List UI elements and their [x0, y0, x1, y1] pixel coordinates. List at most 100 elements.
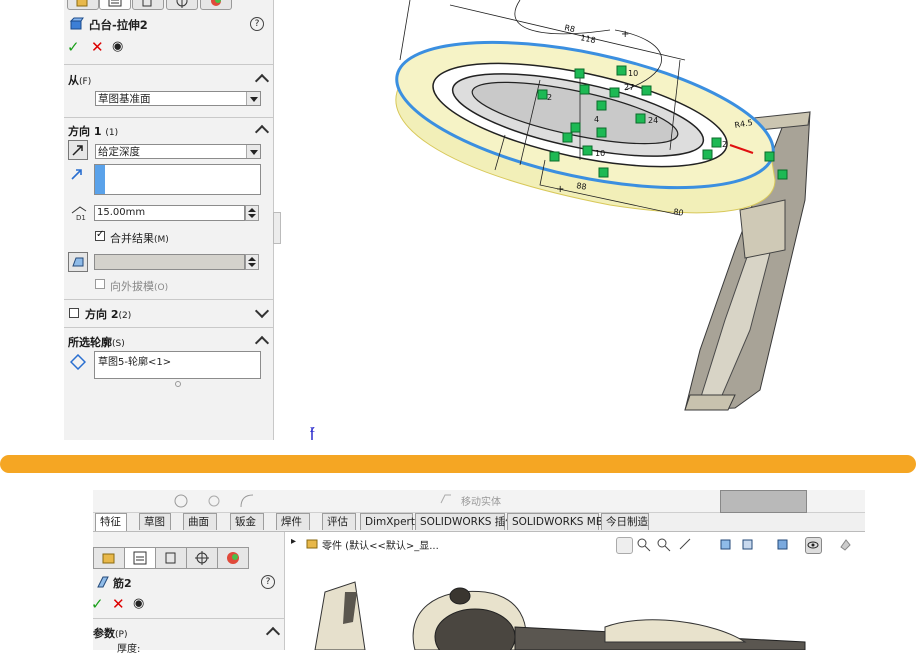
parameters-section-title[interactable]: 参数(P): [93, 625, 127, 641]
ok-button[interactable]: ✓: [67, 38, 80, 56]
relation-marker-icon[interactable]: [609, 87, 620, 98]
direction1-collapse-chevron-icon[interactable]: [254, 124, 270, 140]
toolbar-large-button[interactable]: [720, 490, 807, 513]
tab-property-manager[interactable]: [124, 547, 156, 569]
dim-label[interactable]: 10: [595, 149, 605, 158]
direction2-checkbox[interactable]: [69, 308, 79, 318]
tab-sheet-metal[interactable]: 钣金: [230, 513, 264, 530]
depth-input[interactable]: 15.00mm: [94, 205, 245, 221]
dim-label[interactable]: 80: [673, 207, 685, 218]
relation-marker-icon[interactable]: [702, 149, 713, 160]
tab-feature-manager[interactable]: [93, 547, 125, 569]
tab-evaluate[interactable]: 评估: [322, 513, 356, 530]
end-condition-select[interactable]: 给定深度: [95, 144, 261, 159]
direction1-section-title[interactable]: 方向 1 (1): [68, 123, 118, 139]
direction-reference-field[interactable]: [94, 164, 261, 195]
tab-dimxpert[interactable]: [166, 0, 198, 10]
parameters-collapse-chevron-icon[interactable]: [265, 626, 281, 642]
move-body-label[interactable]: 移动实体: [461, 493, 501, 508]
axis-z-label: Z: [310, 426, 315, 434]
help-icon[interactable]: ?: [250, 17, 264, 31]
tab-today-manufacturing[interactable]: 今日制造: [601, 513, 649, 530]
selected-contours-section-title[interactable]: 所选轮廓(S): [68, 334, 125, 350]
view-orientation-icon[interactable]: [740, 537, 755, 552]
relation-marker-icon[interactable]: [582, 145, 593, 156]
edit-appearance-icon[interactable]: [838, 537, 853, 552]
dynamic-annotation-icon[interactable]: [718, 537, 733, 552]
relation-marker-icon[interactable]: [711, 137, 722, 148]
help-icon[interactable]: ?: [261, 575, 275, 589]
draft-outward-checkbox[interactable]: [95, 279, 105, 289]
previous-view-icon[interactable]: [616, 537, 633, 554]
relation-marker-icon[interactable]: [596, 127, 607, 138]
contours-collapse-chevron-icon[interactable]: [254, 335, 270, 351]
relation-marker-icon[interactable]: [635, 113, 646, 124]
move-body-icon[interactable]: [439, 493, 455, 505]
tab-surfaces[interactable]: 曲面: [183, 513, 217, 530]
tab-sketch[interactable]: 草图: [139, 513, 171, 530]
tab-features[interactable]: 特征: [95, 513, 127, 531]
feature-tree-item[interactable]: 零件 (默认<<默认>_显...: [322, 537, 439, 552]
direction2-section-title[interactable]: 方向 2(2): [85, 306, 131, 322]
zoom-to-fit-icon[interactable]: [636, 537, 651, 552]
relation-marker-icon[interactable]: [598, 167, 609, 178]
cancel-button[interactable]: ✕: [112, 595, 125, 613]
relation-marker-icon[interactable]: [764, 151, 775, 162]
graphics-viewport-top[interactable]: R8 118 10 27 2 4 24 10 2 R4.5 88 80 + +: [280, 0, 916, 445]
tab-property-manager[interactable]: [99, 0, 131, 10]
tab-display-manager[interactable]: [217, 547, 249, 569]
relation-marker-icon[interactable]: [562, 132, 573, 143]
merge-result-checkbox[interactable]: [95, 229, 105, 241]
depth-spinner[interactable]: [245, 205, 259, 221]
dim-label[interactable]: 88: [576, 181, 588, 192]
fillet-icon[interactable]: [173, 493, 189, 509]
tree-expand-arrow-icon[interactable]: ▸: [291, 536, 296, 547]
dim-label[interactable]: 118: [580, 33, 597, 45]
tab-solidworks-addins[interactable]: SOLIDWORKS 插件: [415, 513, 516, 530]
dim-label[interactable]: 24: [648, 116, 658, 125]
selected-contours-list[interactable]: 草图5-轮廓<1>: [94, 351, 261, 379]
relation-marker-icon[interactable]: [777, 169, 788, 180]
tab-dimxpert[interactable]: [186, 547, 218, 569]
direction2-expand-chevron-icon[interactable]: [254, 303, 270, 319]
from-section-title[interactable]: 从(F): [68, 72, 91, 88]
relation-marker-icon[interactable]: [537, 89, 548, 100]
contour-list-item[interactable]: 草图5-轮廓<1>: [98, 357, 171, 368]
dim-label[interactable]: 10: [628, 69, 638, 78]
section-view-icon[interactable]: [678, 537, 693, 552]
relation-marker-icon[interactable]: [641, 85, 652, 96]
preview-eye-button[interactable]: ◉: [112, 39, 123, 54]
reverse-direction-icon[interactable]: [68, 140, 88, 160]
dim-label[interactable]: R8: [564, 23, 576, 34]
relation-marker-icon[interactable]: [574, 68, 585, 79]
ok-button[interactable]: ✓: [91, 595, 104, 613]
from-label: 从: [68, 74, 79, 87]
from-collapse-chevron-icon[interactable]: [254, 73, 270, 89]
display-style-icon[interactable]: [775, 537, 790, 552]
dim-label[interactable]: 2: [547, 93, 552, 102]
tab-feature-manager[interactable]: [67, 0, 99, 10]
relation-marker-icon[interactable]: [570, 122, 581, 133]
dim-label[interactable]: 2: [722, 140, 727, 149]
resize-grip[interactable]: [175, 381, 181, 387]
relation-marker-icon[interactable]: [596, 100, 607, 111]
tab-solidworks-mbd[interactable]: SOLIDWORKS MBD: [507, 513, 611, 530]
tab-dimxpert[interactable]: DimXpert: [360, 513, 415, 530]
curve-icon[interactable]: [239, 493, 255, 509]
tab-configuration-manager[interactable]: [132, 0, 164, 10]
cancel-button[interactable]: ✕: [91, 38, 104, 56]
tab-configuration-manager[interactable]: [155, 547, 187, 569]
dim-label[interactable]: 27: [624, 83, 634, 92]
preview-eye-button[interactable]: ◉: [133, 596, 144, 611]
tab-weldments[interactable]: 焊件: [276, 513, 310, 530]
dim-label[interactable]: 4: [594, 115, 599, 124]
zoom-to-area-icon[interactable]: [656, 537, 671, 552]
from-start-condition-select[interactable]: 草图基准面: [95, 91, 261, 106]
relation-marker-icon[interactable]: [579, 84, 590, 95]
tab-display-manager[interactable]: [200, 0, 232, 10]
draft-icon[interactable]: [68, 252, 88, 272]
relation-marker-icon[interactable]: [549, 151, 560, 162]
pattern-icon[interactable]: [206, 493, 222, 509]
hide-show-items-icon[interactable]: [805, 537, 822, 554]
relation-marker-icon[interactable]: [616, 65, 627, 76]
